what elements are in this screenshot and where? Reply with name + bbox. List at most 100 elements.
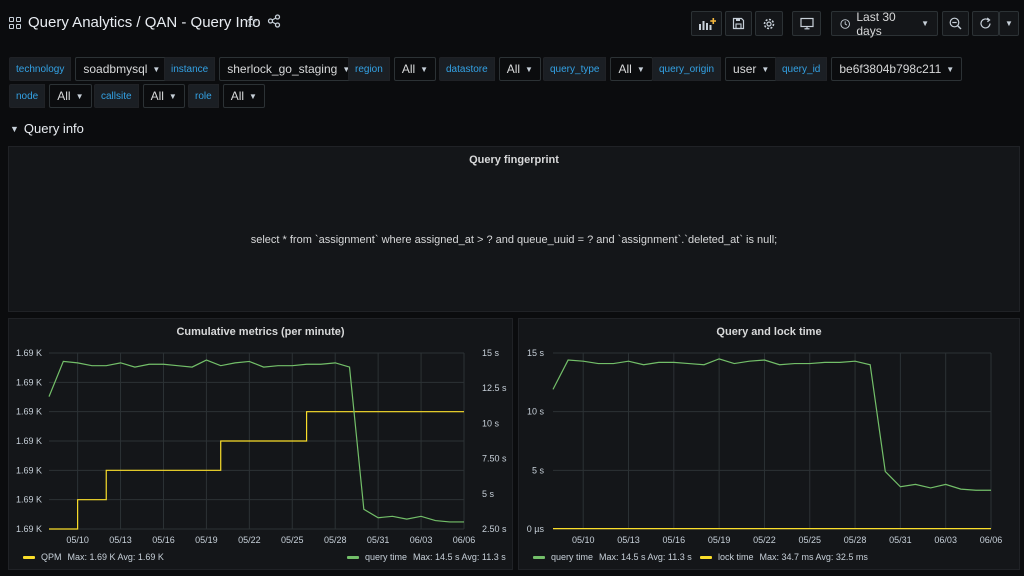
zoom-out-icon — [949, 17, 962, 30]
legend-stats: Max: 14.5 s Avg: 11.3 s — [599, 552, 692, 562]
variable-role: role All ▼ — [188, 84, 265, 108]
tv-mode-icon — [799, 17, 814, 30]
legend-swatch — [533, 555, 545, 559]
legend-name: lock time — [718, 552, 754, 562]
variable-label: role — [188, 84, 219, 108]
variable-query-origin: query_origin user ▼ — [652, 57, 778, 81]
legend-item-qpm[interactable]: QPM Max: 1.69 K Avg: 1.69 K — [23, 552, 164, 562]
time-range-picker[interactable]: Last 30 days ▼ — [831, 9, 938, 38]
variable-query-type: query_type All ▼ — [543, 57, 653, 81]
row-header-query-info[interactable]: ▼ Query info — [10, 121, 84, 136]
variable-label: query_id — [775, 57, 828, 81]
variable-value: user — [733, 62, 757, 76]
variable-dropdown[interactable]: All ▼ — [142, 84, 185, 108]
refresh-button[interactable] — [972, 11, 999, 36]
x-tick-label: 06/03 — [410, 535, 433, 545]
legend-name: query time — [551, 552, 594, 562]
variable-label: datastore — [439, 57, 495, 81]
x-tick-label: 05/22 — [753, 535, 776, 545]
x-tick-label: 05/16 — [663, 535, 686, 545]
chevron-down-icon: ▼ — [152, 64, 161, 74]
share-icon[interactable] — [267, 14, 281, 28]
variable-value: All — [57, 89, 71, 103]
panel-title[interactable]: Query fingerprint — [9, 154, 1019, 166]
y-tick-label: 1.69 K — [16, 524, 42, 534]
variable-instance: instance sherlock_go_staging ▼ — [164, 57, 359, 81]
x-tick-label: 05/19 — [195, 535, 218, 545]
variable-value: be6f3804b798c211 — [839, 62, 942, 76]
y-tick-label: 1.69 K — [16, 407, 42, 417]
legend-swatch — [700, 555, 712, 559]
x-tick-label: 05/19 — [708, 535, 731, 545]
variable-dropdown[interactable]: All ▼ — [610, 57, 653, 81]
x-tick-label: 05/13 — [109, 535, 132, 545]
legend-stats: Max: 1.69 K Avg: 1.69 K — [67, 552, 164, 562]
add-panel-button[interactable] — [691, 11, 722, 36]
variable-query-id: query_id be6f3804b798c211 ▼ — [775, 57, 963, 81]
x-tick-label: 05/28 — [324, 535, 347, 545]
y-tick-label: 10 s — [527, 407, 545, 417]
variable-dropdown[interactable]: user ▼ — [725, 57, 778, 81]
y-tick-label: 15 s — [527, 348, 545, 358]
y-tick-label: 1.69 K — [16, 348, 42, 358]
query-and-lock-time-chart[interactable]: 05/10 05/13 05/16 05/19 05/22 05/25 05/28 05/31… — [519, 319, 1021, 571]
variable-node: node All ▼ — [9, 84, 92, 108]
star-icon[interactable]: ☆ — [245, 13, 258, 31]
x-tick-label: 05/13 — [617, 535, 640, 545]
x-tick-label: 05/10 — [572, 535, 595, 545]
refresh-interval-dropdown[interactable]: ▼ — [999, 11, 1019, 36]
x-tick-label: 05/25 — [798, 535, 821, 545]
variable-label: query_type — [543, 57, 607, 81]
tv-mode-button[interactable] — [792, 11, 821, 36]
legend-item-lock-time[interactable]: lock time Max: 34.7 ms Avg: 32.5 ms — [700, 552, 868, 562]
legend-name: query time — [365, 552, 408, 562]
variable-value: All — [618, 62, 632, 76]
variable-dropdown[interactable]: All ▼ — [49, 84, 92, 108]
dashboard-settings-button[interactable] — [755, 11, 783, 36]
variable-dropdown[interactable]: All ▼ — [393, 57, 437, 81]
variable-dropdown[interactable]: be6f3804b798c211 ▼ — [831, 57, 963, 81]
settings-icon — [763, 18, 775, 29]
y2-tick-label: 12.5 s — [482, 383, 507, 393]
variable-dropdown[interactable]: All ▼ — [498, 57, 541, 81]
variable-value: sherlock_go_staging — [227, 62, 338, 76]
variable-callsite: callsite All ▼ — [94, 84, 185, 108]
zoom-out-button[interactable] — [942, 11, 969, 36]
variable-dropdown[interactable]: sherlock_go_staging ▼ — [219, 57, 359, 81]
chevron-down-icon: ▼ — [636, 64, 645, 74]
query-fingerprint-panel: Query fingerprint select * from `assignm… — [8, 146, 1020, 312]
y2-tick-label: 10 s — [482, 418, 500, 428]
query-fingerprint-text: select * from `assignment` where assigne… — [250, 234, 778, 246]
variable-label: query_origin — [652, 57, 722, 81]
x-tick-label: 05/10 — [66, 535, 89, 545]
save-dashboard-button[interactable] — [725, 11, 752, 36]
y2-tick-label: 7.50 s — [482, 454, 507, 464]
dashboard-title[interactable]: Query Analytics / QAN - Query Info — [28, 14, 261, 31]
refresh-icon — [980, 17, 991, 29]
chevron-down-icon: ▼ — [168, 91, 177, 101]
legend-item-query-time[interactable]: query time Max: 14.5 s Avg: 11.3 s — [533, 552, 692, 562]
y2-tick-label: 5 s — [482, 489, 495, 499]
legend-name: QPM — [41, 552, 62, 562]
variable-dropdown[interactable]: All ▼ — [222, 84, 265, 108]
chevron-down-icon: ▼ — [420, 64, 429, 74]
variable-label: instance — [164, 57, 216, 81]
apps-icon[interactable] — [9, 17, 21, 29]
variable-label: node — [9, 84, 46, 108]
cumulative-metrics-chart[interactable]: 05/10 05/13 05/16 05/19 05/22 05/25 05/28 05/31… — [9, 319, 514, 571]
variable-dropdown[interactable]: soadbmysql ▼ — [75, 57, 169, 81]
y-tick-label: 0 µs — [527, 524, 545, 534]
legend-stats: Max: 14.5 s Avg: 11.3 s — [413, 552, 506, 562]
variable-value: All — [506, 62, 521, 76]
variable-value: All — [150, 89, 164, 103]
variable-label: technology — [9, 57, 72, 81]
time-range-label: Last 30 days — [856, 9, 896, 38]
variable-technology: technology soadbmysql ▼ — [9, 57, 169, 81]
y-tick-label: 1.69 K — [16, 377, 42, 387]
x-tick-label: 06/06 — [453, 535, 476, 545]
variable-value: soadbmysql — [83, 62, 148, 76]
y-tick-label: 5 s — [532, 465, 545, 475]
legend-item-query-time[interactable]: query time Max: 14.5 s Avg: 11.3 s — [347, 552, 506, 562]
clock-icon — [840, 18, 850, 29]
variable-label: region — [348, 57, 390, 81]
